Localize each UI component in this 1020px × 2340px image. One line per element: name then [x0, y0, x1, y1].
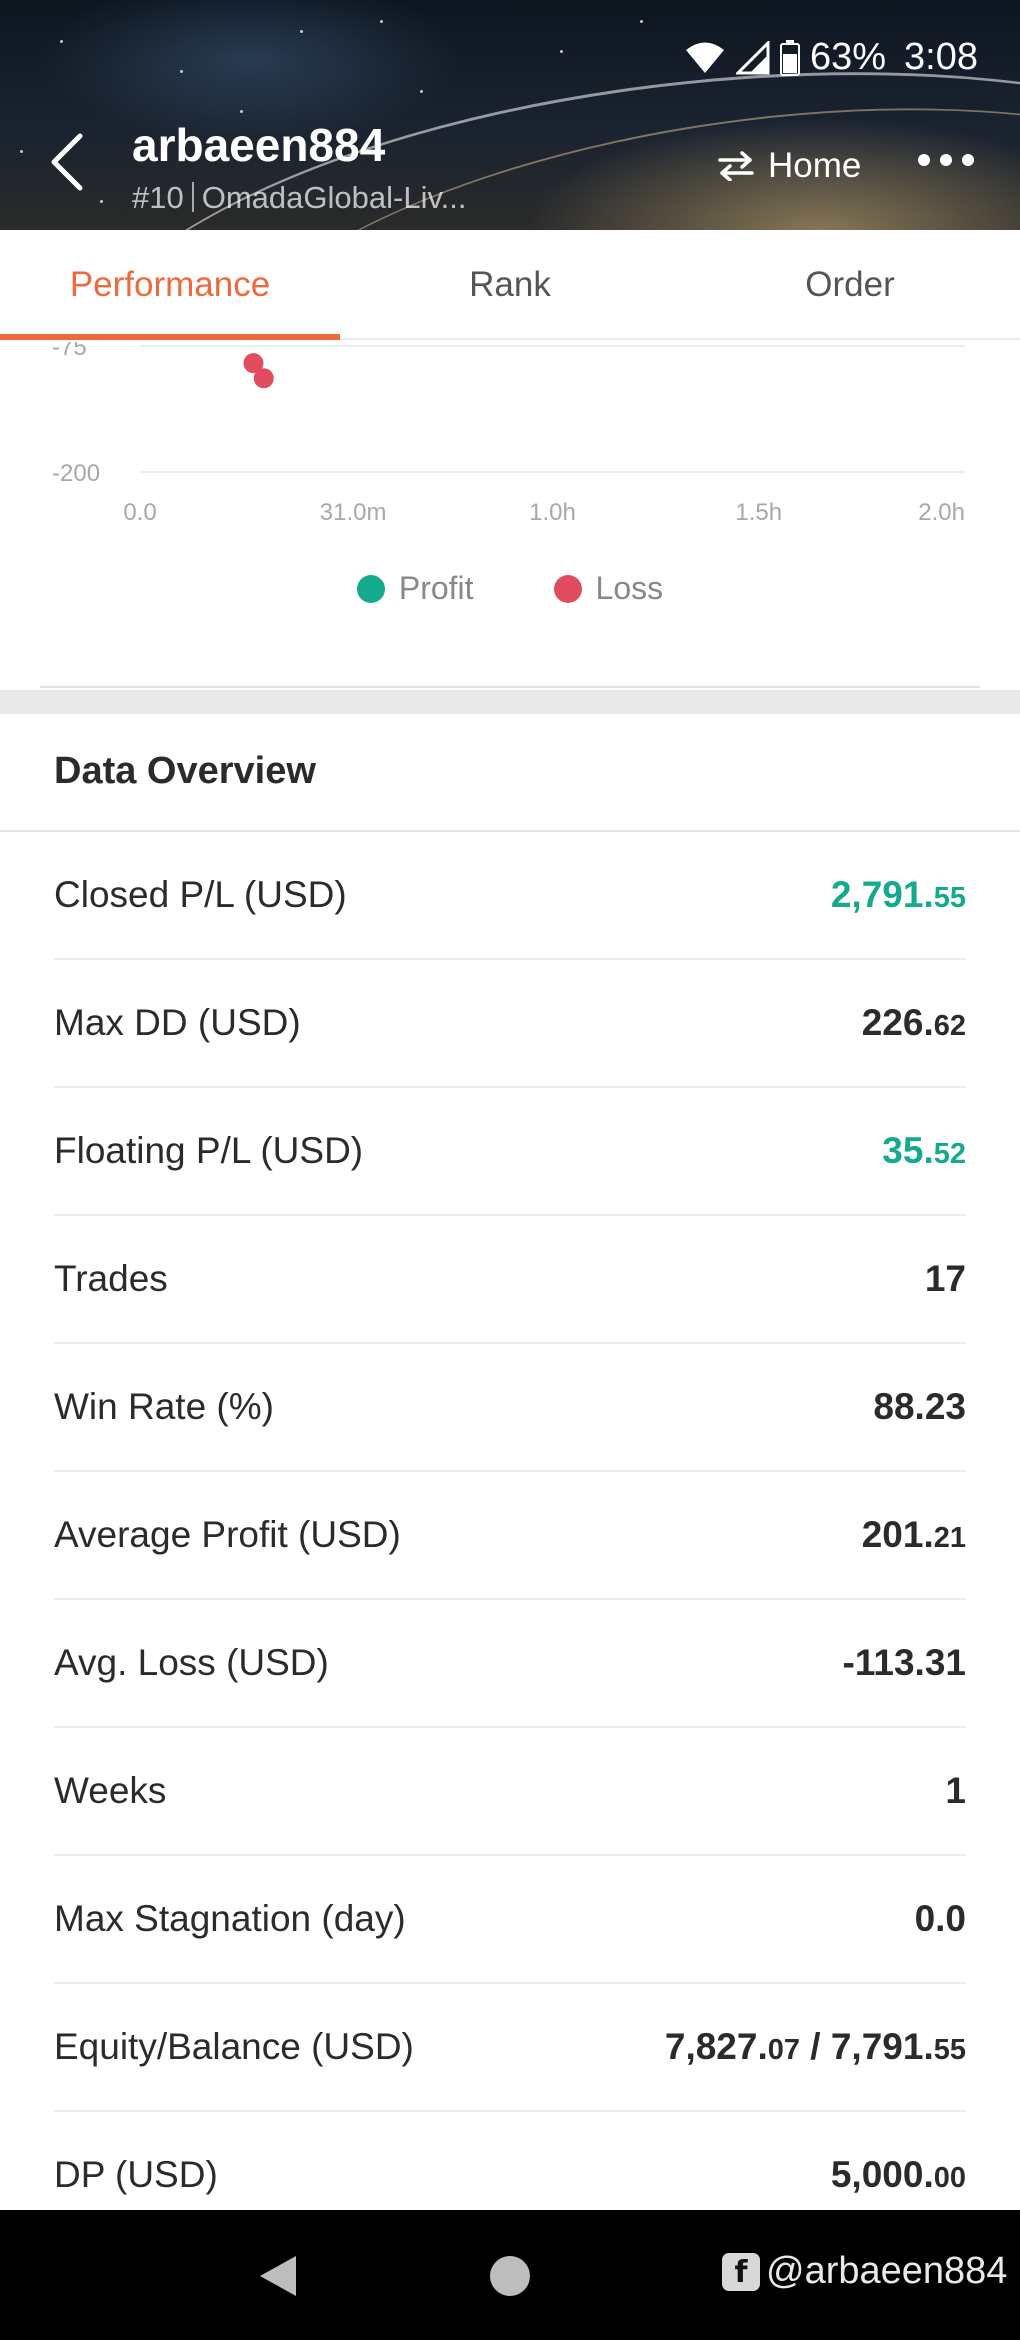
- back-button[interactable]: [44, 132, 92, 192]
- stat-value: 7,827.07 / 7,791.55: [664, 2026, 966, 2067]
- more-options-icon[interactable]: [918, 154, 974, 166]
- stat-value: 2,791.55: [830, 874, 966, 915]
- tab-order[interactable]: Order: [680, 230, 1020, 338]
- legend-loss-label: Loss: [595, 570, 664, 606]
- tab-bar: Performance Rank Order: [0, 230, 1020, 340]
- stat-row-average-profit: Average Profit (USD) 201.21: [54, 1472, 966, 1600]
- chart-legend: Profit Loss: [0, 570, 1020, 607]
- swap-arrows-icon: [718, 151, 754, 181]
- stat-row-max-dd: Max DD (USD) 226.62: [54, 960, 966, 1088]
- stat-row-max-stagnation: Max Stagnation (day) 0.0: [54, 1856, 966, 1984]
- x-tick-label: 0.0: [123, 499, 156, 526]
- performance-scatter-chart: -75 -200 0.0 31.0m 1.0h 1.5h 2.0h: [0, 342, 1020, 692]
- stat-row-equity-balance: Equity/Balance (USD) 7,827.07 / 7,791.55: [54, 1984, 966, 2112]
- stat-row-avg-loss: Avg. Loss (USD) -113.31: [54, 1600, 966, 1728]
- watermark-handle: @arbaeen884: [766, 2250, 1008, 2292]
- home-label: Home: [768, 146, 862, 185]
- stat-value: 88.23: [873, 1386, 966, 1427]
- stat-label: Avg. Loss (USD): [54, 1642, 329, 1683]
- section-title: Data Overview: [54, 750, 316, 792]
- x-tick-label: 1.5h: [735, 499, 782, 526]
- x-tick-label: 1.0h: [529, 499, 576, 526]
- section-separator: [0, 690, 1020, 714]
- stat-label: Floating P/L (USD): [54, 1130, 364, 1171]
- chevron-left-icon: [51, 133, 83, 191]
- separator: [191, 182, 194, 212]
- stat-value: 1: [945, 1770, 966, 1811]
- stat-label: Win Rate (%): [54, 1386, 274, 1427]
- legend-profit[interactable]: Profit: [356, 570, 474, 607]
- stat-value: 0.0: [914, 1898, 966, 1939]
- stat-row-weeks: Weeks 1: [54, 1728, 966, 1856]
- signal-icon: [735, 40, 770, 75]
- account-name: OmadaGlobal-Liv...: [201, 180, 467, 215]
- x-tick-label: 31.0m: [320, 499, 387, 526]
- stat-value: 35.52: [882, 1130, 966, 1171]
- profit-dot-icon: [356, 574, 385, 603]
- facebook-icon: f: [722, 2252, 760, 2291]
- status-bar: 63% 3:08: [684, 36, 978, 79]
- chart-divider: [40, 686, 980, 688]
- legend-profit-label: Profit: [398, 570, 474, 606]
- legend-loss[interactable]: Loss: [553, 570, 664, 607]
- overview-list: Closed P/L (USD) 2,791.55 Max DD (USD) 2…: [0, 832, 1020, 2240]
- stat-row-trades: Trades 17: [54, 1216, 966, 1344]
- account-info: #10 OmadaGlobal-Liv...: [132, 180, 467, 216]
- y-tick-label: -200: [52, 460, 100, 487]
- stat-label: Max DD (USD): [54, 1002, 301, 1043]
- stat-row-win-rate: Win Rate (%) 88.23: [54, 1344, 966, 1472]
- stat-label: Max Stagnation (day): [54, 1898, 406, 1939]
- stat-label: Trades: [54, 1258, 168, 1299]
- profile-header: 63% 3:08 arbaeen884 #10 OmadaGlobal-Liv..…: [0, 0, 1020, 230]
- tab-performance[interactable]: Performance: [0, 230, 340, 340]
- battery-percent: 63%: [809, 36, 887, 78]
- stat-label: Weeks: [54, 1770, 167, 1811]
- stat-row-closed-pl: Closed P/L (USD) 2,791.55: [54, 832, 966, 960]
- loss-dot-icon: [553, 574, 582, 603]
- stat-value: 201.21: [861, 1514, 966, 1555]
- stat-value: 17: [924, 1258, 966, 1299]
- loss-data-point: [253, 368, 274, 389]
- y-tick-label: -75: [52, 342, 87, 361]
- stat-value: 226.62: [861, 1002, 966, 1043]
- battery-icon: [779, 39, 800, 76]
- stat-label: Closed P/L (USD): [54, 874, 347, 915]
- system-nav-bar: f @arbaeen884: [0, 2210, 1020, 2340]
- stat-value: -113.31: [842, 1642, 966, 1683]
- stat-row-floating-pl: Floating P/L (USD) 35.52: [54, 1088, 966, 1216]
- watermark: f @arbaeen884: [722, 2250, 1007, 2293]
- tab-rank[interactable]: Rank: [340, 230, 680, 338]
- stat-label: Average Profit (USD): [54, 1514, 401, 1555]
- clock: 3:08: [904, 36, 978, 78]
- rank-label: #10: [132, 180, 184, 215]
- home-switch-button[interactable]: Home: [718, 146, 861, 186]
- wifi-icon: [684, 41, 726, 75]
- username: arbaeen884: [132, 119, 386, 171]
- nav-back-icon[interactable]: [258, 2254, 298, 2298]
- x-tick-label: 2.0h: [918, 499, 965, 526]
- stat-label: Equity/Balance (USD): [54, 2026, 414, 2067]
- chart-plot: -75 -200 0.0 31.0m 1.0h 1.5h 2.0h: [52, 342, 965, 526]
- nav-home-icon[interactable]: [490, 2256, 530, 2296]
